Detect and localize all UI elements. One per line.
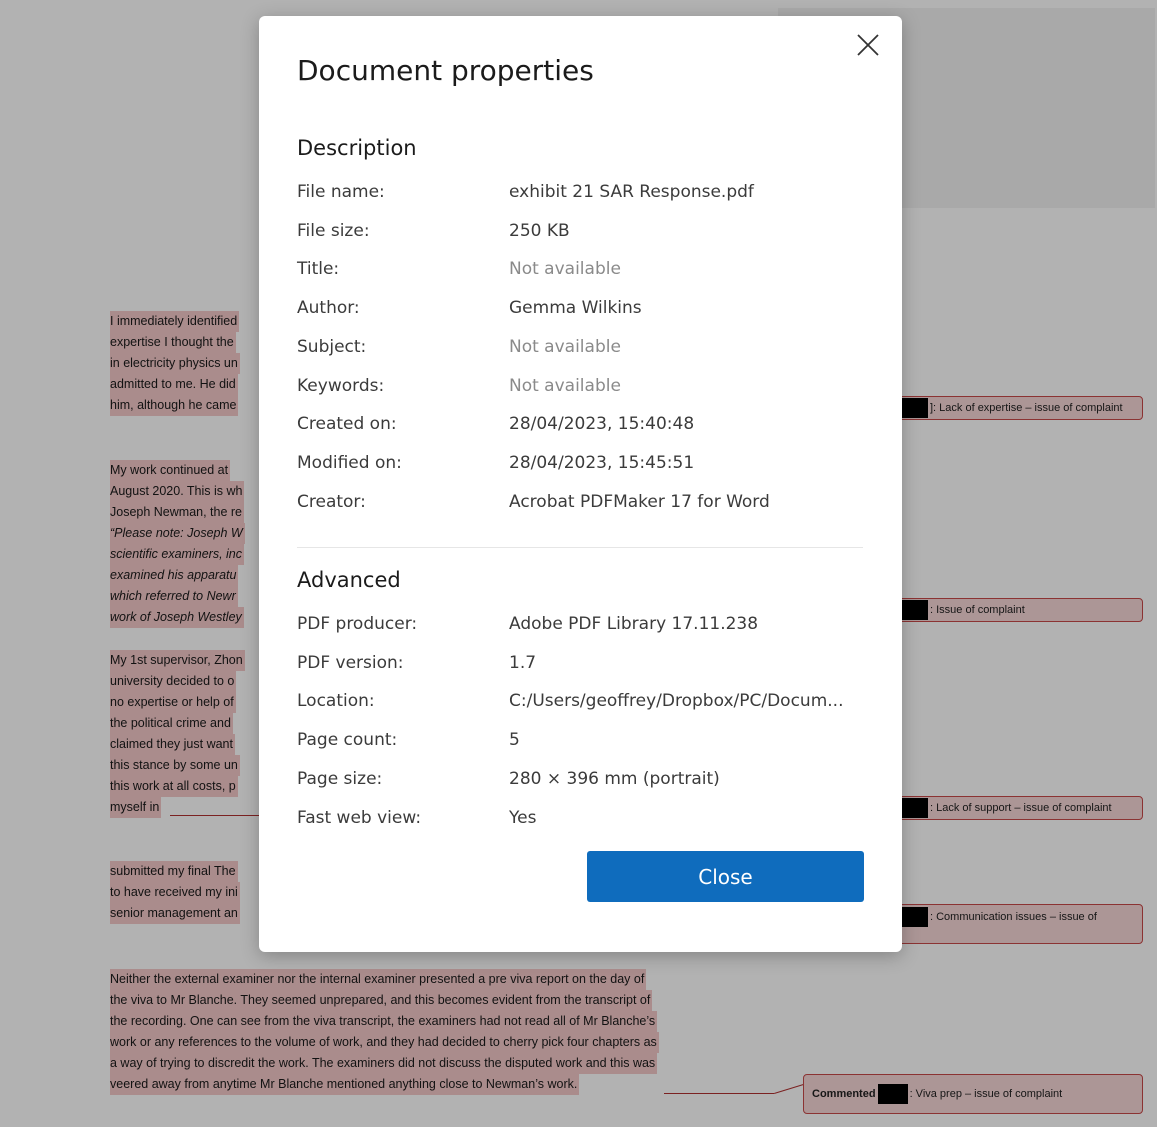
property-value: 28/04/2023, 15:45:51 [509, 452, 695, 473]
property-value: 5 [509, 730, 520, 751]
property-row: Author: Gemma Wilkins [297, 298, 867, 322]
property-label: File name: [297, 182, 385, 202]
property-row: Location: C:/Users/geoffrey/Dropbox/PC/Do… [297, 691, 867, 715]
property-label: Created on: [297, 414, 397, 435]
property-label: Fast web view: [297, 807, 422, 828]
property-value: Yes [509, 807, 537, 828]
property-row: Page count: 5 [297, 730, 867, 754]
property-label: PDF version: [297, 652, 404, 673]
property-label: Page size: [297, 768, 383, 789]
property-label: Subject: [297, 336, 367, 357]
property-value: 280 × 396 mm (portrait) [509, 768, 720, 789]
property-row: Keywords: Not available [297, 376, 867, 400]
property-row: Creator: Acrobat PDFMaker 17 for Word [297, 492, 867, 516]
property-row: PDF version: 1.7 [297, 653, 867, 677]
property-row: File size: 250 KB [297, 221, 867, 245]
property-label: Modified on: [297, 452, 402, 473]
property-value: 1.7 [509, 652, 537, 673]
property-label: Author: [297, 298, 360, 319]
property-value: 28/04/2023, 15:40:48 [509, 414, 695, 435]
property-label: Title: [297, 259, 340, 280]
property-value: Not available [509, 375, 621, 396]
dialog-title: Document properties [297, 54, 594, 87]
document-properties-dialog: Document properties Description File nam… [259, 16, 902, 952]
property-value: Gemma Wilkins [509, 298, 642, 319]
property-label: Location: [297, 691, 375, 712]
property-row: Fast web view: Yes [297, 808, 867, 832]
property-value: C:/Users/geoffrey/Dropbox/PC/Docum... [509, 691, 844, 712]
property-row: Page size: 280 × 396 mm (portrait) [297, 769, 867, 793]
property-value: exhibit 21 SAR Response.pdf [509, 182, 754, 202]
property-label: Page count: [297, 730, 398, 751]
property-row: File name: exhibit 21 SAR Response.pdf [297, 182, 867, 206]
property-row: Modified on: 28/04/2023, 15:45:51 [297, 453, 867, 477]
property-value: Acrobat PDFMaker 17 for Word [509, 491, 770, 512]
section-divider [297, 547, 863, 548]
section-heading-description: Description [297, 136, 417, 160]
property-row: Created on: 28/04/2023, 15:40:48 [297, 414, 867, 438]
property-row: PDF producer: Adobe PDF Library 17.11.238 [297, 614, 867, 638]
property-value: 250 KB [509, 220, 570, 241]
property-row: Subject: Not available [297, 337, 867, 361]
property-value: Adobe PDF Library 17.11.238 [509, 614, 759, 634]
close-button[interactable]: Close [587, 851, 864, 902]
property-label: Creator: [297, 491, 366, 512]
property-label: PDF producer: [297, 614, 418, 634]
property-label: Keywords: [297, 375, 385, 396]
section-heading-advanced: Advanced [297, 568, 401, 592]
close-icon[interactable] [855, 32, 881, 58]
property-value: Not available [509, 336, 621, 357]
property-row: Title: Not available [297, 259, 867, 283]
property-label: File size: [297, 220, 370, 241]
property-value: Not available [509, 259, 621, 280]
